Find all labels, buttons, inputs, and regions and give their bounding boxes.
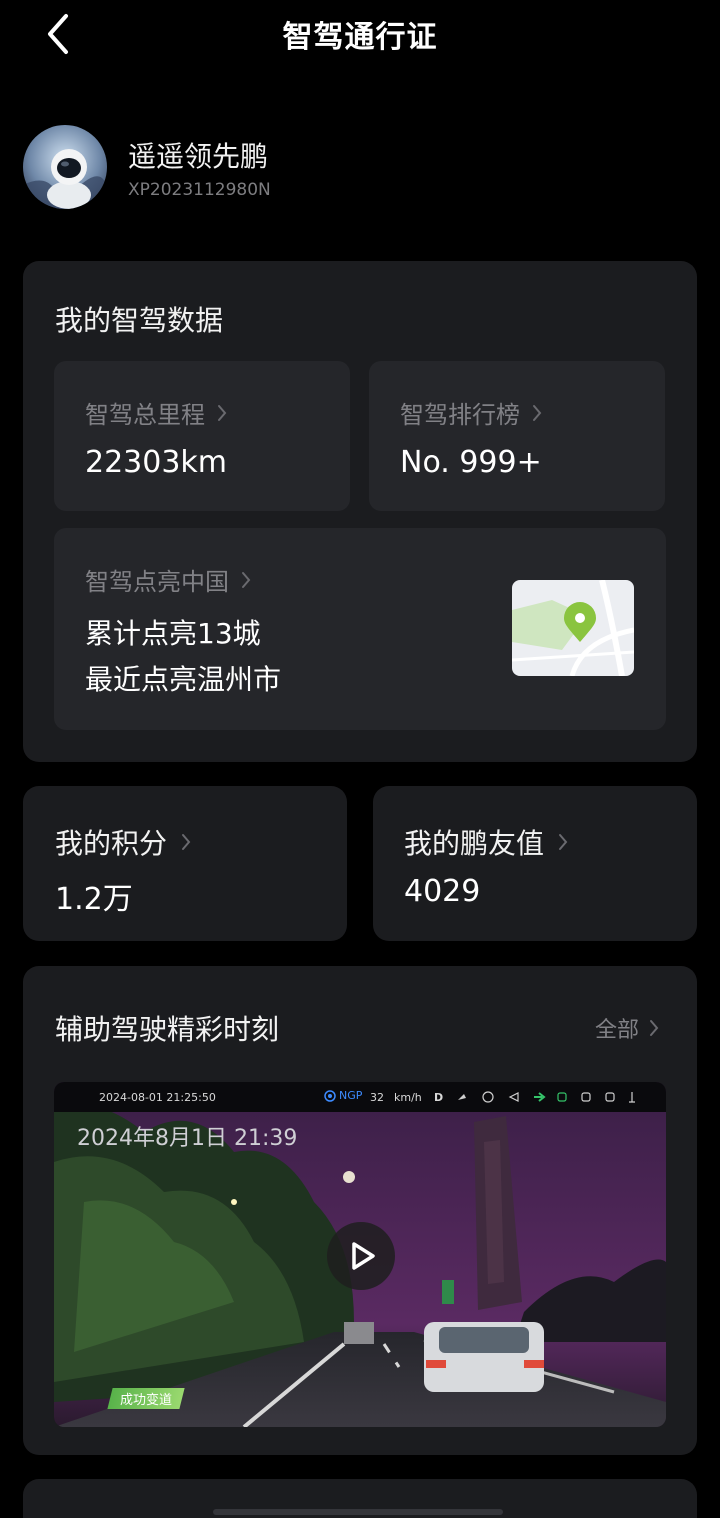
chevron-right-icon <box>218 404 227 421</box>
ranking-label: 智驾排行榜 <box>400 401 520 429</box>
chevron-right-icon <box>182 834 191 850</box>
chevron-right-icon <box>533 404 542 421</box>
play-icon <box>352 1242 375 1270</box>
lane-change-tag-label: 成功变道 <box>120 1393 173 1408</box>
scroll-indicator <box>213 1509 503 1515</box>
ranking-label-row: 智驾排行榜 <box>400 395 542 430</box>
friend-value-label: 我的鹏友值 <box>404 827 545 860</box>
hud-speed: 32 <box>370 1091 384 1104</box>
driving-data-card: 我的智驾数据 智驾总里程 22303km 智驾排行榜 No. 999+ 智驾点亮… <box>23 261 697 762</box>
ranking-value: No. 999+ <box>400 445 542 480</box>
mileage-card[interactable]: 智驾总里程 22303km <box>54 361 350 511</box>
driving-data-title: 我的智驾数据 <box>55 304 224 337</box>
china-label: 智驾点亮中国 <box>85 568 229 596</box>
hud-speed-unit: km/h <box>394 1091 422 1104</box>
ngp-icon <box>324 1089 336 1102</box>
play-button[interactable] <box>327 1222 395 1290</box>
video-hud-bar: 2024-08-01 21:25:50 NGP 32 km/h D <box>54 1082 666 1112</box>
ngp-badge: NGP <box>324 1089 362 1102</box>
points-value: 1.2万 <box>55 882 133 917</box>
china-label-row: 智驾点亮中国 <box>85 562 251 597</box>
points-label: 我的积分 <box>55 827 168 860</box>
lane-change-success-tag: 成功变道 <box>107 1388 185 1409</box>
username: 遥遥领先鹏 <box>128 140 269 173</box>
friend-value: 4029 <box>404 874 481 909</box>
profile-section[interactable]: 遥遥领先鹏 XP2023112980N <box>23 125 683 211</box>
light-up-china-card[interactable]: 智驾点亮中国 累计点亮13城 最近点亮温州市 <box>54 528 666 730</box>
view-all-link[interactable]: 全部 <box>595 1012 659 1044</box>
chevron-right-icon <box>559 834 568 850</box>
video-date: 2024年8月1日 21:39 <box>77 1126 298 1151</box>
mileage-value: 22303km <box>85 445 228 480</box>
cities-lit-count: 累计点亮13城 <box>85 617 261 650</box>
hud-datetime: 2024-08-01 21:25:50 <box>99 1091 216 1104</box>
points-label-row: 我的积分 <box>55 822 191 862</box>
highlights-title: 辅助驾驶精彩时刻 <box>55 1013 280 1046</box>
avatar[interactable] <box>23 125 107 209</box>
hud-status-icons <box>458 1091 635 1103</box>
points-card[interactable]: 我的积分 1.2万 <box>23 786 347 941</box>
mileage-label: 智驾总里程 <box>85 401 205 429</box>
chevron-right-icon <box>650 1020 659 1036</box>
hud-gear: D <box>434 1091 444 1104</box>
next-card <box>23 1479 697 1518</box>
header: 智驾通行证 <box>0 0 720 70</box>
ranking-card[interactable]: 智驾排行榜 No. 999+ <box>369 361 665 511</box>
highlights-card: 辅助驾驶精彩时刻 全部 2024-08-01 21:25:50 NGP 32 k… <box>23 966 697 1455</box>
highlight-video[interactable]: 2024-08-01 21:25:50 NGP 32 km/h D 2024年8… <box>54 1082 666 1427</box>
recent-city: 最近点亮温州市 <box>85 663 282 696</box>
friend-value-label-row: 我的鹏友值 <box>404 822 568 862</box>
mileage-label-row: 智驾总里程 <box>85 395 227 430</box>
friend-value-card[interactable]: 我的鹏友值 4029 <box>373 786 697 941</box>
ngp-label: NGP <box>339 1089 363 1102</box>
chevron-right-icon <box>242 571 251 588</box>
map-thumbnail[interactable] <box>512 580 634 676</box>
page-title: 智驾通行证 <box>282 20 438 55</box>
user-id: XP2023112980N <box>128 180 271 200</box>
view-all-label: 全部 <box>594 1018 639 1043</box>
